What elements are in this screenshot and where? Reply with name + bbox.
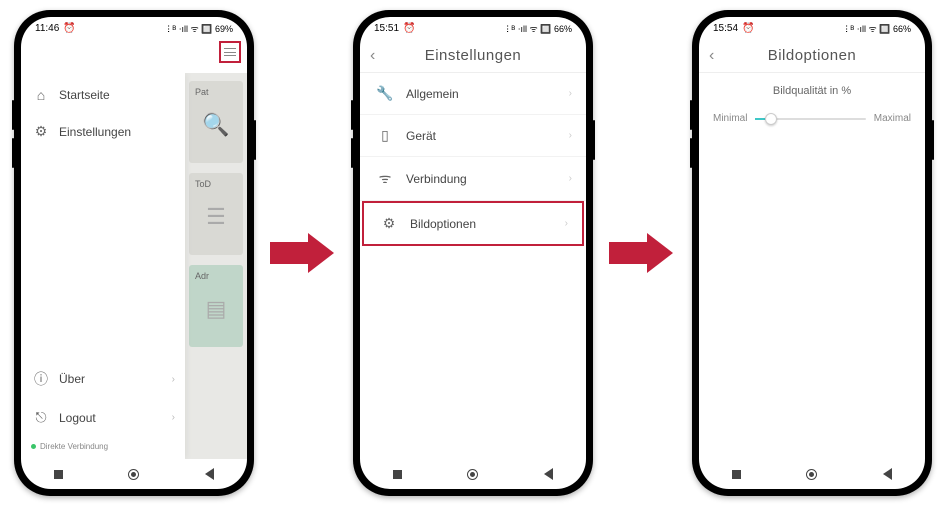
settings-item-general-icon: 🔧 [374, 85, 396, 102]
sidebar-item-settings[interactable]: ⚙ Einstellungen [21, 113, 185, 150]
flow-arrow-2 [609, 233, 677, 273]
hamburger-icon[interactable] [224, 48, 236, 56]
hamburger-highlight [219, 41, 241, 63]
android-navbar [699, 459, 925, 489]
chevron-right-icon: › [172, 374, 175, 385]
settings-item-connection[interactable]: ᯤ Verbindung › [360, 157, 586, 201]
android-navbar [21, 459, 247, 489]
recents-button[interactable] [732, 470, 741, 479]
volume-down[interactable] [351, 138, 353, 168]
flow-arrow-1 [270, 233, 338, 273]
logout-icon: ⎋ [31, 409, 51, 426]
sidebar-item-label: Über [59, 372, 85, 386]
slider-thumb[interactable] [765, 113, 777, 125]
power-button[interactable] [932, 120, 934, 160]
power-button[interactable] [254, 120, 256, 160]
settings-list: 🔧 Allgemein › ▯ Gerät › ᯤ Verbindung › ⚙ Bildoptio… [360, 73, 586, 246]
connection-label: Direkte Verbindung [40, 442, 108, 451]
slider-min-label: Minimal [713, 113, 747, 124]
chevron-right-icon: › [565, 218, 568, 229]
status-time: 15:54 [713, 23, 738, 34]
status-bar: 15:54 ⏰ ⵗ ᴮ ⋅ıll ᯤ 🔲 66% [699, 17, 925, 39]
card-todo[interactable]: ToD ☰ [189, 173, 243, 255]
home-button[interactable] [128, 469, 139, 480]
status-time: 15:51 [374, 23, 399, 34]
power-button[interactable] [593, 120, 595, 160]
status-time: 11:46 [35, 23, 59, 34]
alarm-icon: ⏰ [742, 23, 754, 34]
home-button[interactable] [467, 469, 478, 480]
phone-1: 11:46 ⏰ ⵗ ᴮ ⋅ıll ᯤ 🔲 69% Pat 🔍 ToD ☰ [14, 10, 254, 496]
settings-item-image-options-icon: ⚙ [378, 215, 400, 232]
android-navbar [360, 459, 586, 489]
status-bar: 15:51 ⏰ ⵗ ᴮ ⋅ıll ᯤ 🔲 66% [360, 17, 586, 39]
back-button[interactable] [883, 468, 892, 480]
chevron-right-icon: › [172, 412, 175, 423]
status-indicators: ⵗ ᴮ ⋅ıll ᯤ 🔲 69% [167, 22, 233, 35]
book-icon: ▤ [206, 296, 227, 322]
search-person-icon: 🔍 [202, 112, 229, 138]
settings-item-label: Verbindung [406, 172, 467, 186]
app-bar [21, 39, 247, 73]
volume-up[interactable] [351, 100, 353, 130]
gear-icon: ⚙ [31, 123, 51, 140]
connection-status: Direkte Verbindung [21, 436, 185, 459]
slider-max-label: Maximal [874, 113, 911, 124]
card-address[interactable]: Adr ▤ [189, 265, 243, 347]
card-label: Adr [195, 271, 209, 281]
app-bar: ‹ Einstellungen [360, 39, 586, 73]
settings-item-label: Allgemein [406, 87, 459, 101]
navigation-drawer: ⌂ Startseite ⚙ Einstellungen ⓘ Über › ⎋ … [21, 73, 185, 459]
status-indicators: ⵗ ᴮ ⋅ıll ᯤ 🔲 66% [506, 22, 572, 35]
card-label: Pat [195, 87, 209, 97]
settings-item-image-options[interactable]: ⚙ Bildoptionen › [362, 201, 584, 246]
sidebar-item-home[interactable]: ⌂ Startseite [21, 77, 185, 113]
phone-3: 15:54 ⏰ ⵗ ᴮ ⋅ıll ᯤ 🔲 66% ‹ Bildoptionen … [692, 10, 932, 496]
settings-item-device[interactable]: ▯ Gerät › [360, 115, 586, 157]
alarm-icon: ⏰ [403, 23, 415, 34]
volume-down[interactable] [690, 138, 692, 168]
status-dot-icon [31, 444, 36, 449]
sidebar-item-about[interactable]: ⓘ Über › [21, 359, 185, 399]
list-icon: ☰ [206, 204, 226, 230]
quality-heading: Bildqualität in % [699, 73, 925, 113]
card-pat[interactable]: Pat 🔍 [189, 81, 243, 163]
status-bar: 11:46 ⏰ ⵗ ᴮ ⋅ıll ᯤ 🔲 69% [21, 17, 247, 39]
settings-item-connection-icon: ᯤ [374, 169, 396, 188]
chevron-right-icon: › [569, 88, 572, 99]
settings-item-label: Gerät [406, 129, 436, 143]
phone-2: 15:51 ⏰ ⵗ ᴮ ⋅ıll ᯤ 🔲 66% ‹ Einstellungen… [353, 10, 593, 496]
volume-up[interactable] [12, 100, 14, 130]
quality-slider[interactable] [755, 118, 865, 120]
volume-down[interactable] [12, 138, 14, 168]
sidebar-item-label: Logout [59, 411, 96, 425]
back-button[interactable] [205, 468, 214, 480]
back-icon[interactable]: ‹ [709, 47, 714, 65]
chevron-right-icon: › [569, 130, 572, 141]
settings-item-label: Bildoptionen [410, 217, 476, 231]
card-label: ToD [195, 179, 211, 189]
quality-slider-row: Minimal Maximal [699, 113, 925, 124]
page-title: Einstellungen [425, 47, 522, 64]
content-dimmed: Pat 🔍 ToD ☰ Adr ▤ [185, 73, 247, 459]
back-button[interactable] [544, 468, 553, 480]
back-icon[interactable]: ‹ [370, 47, 375, 65]
app-bar: ‹ Bildoptionen [699, 39, 925, 73]
settings-item-general[interactable]: 🔧 Allgemein › [360, 73, 586, 115]
recents-button[interactable] [54, 470, 63, 479]
page-title: Bildoptionen [768, 47, 857, 64]
info-icon: ⓘ [31, 369, 51, 389]
sidebar-item-logout[interactable]: ⎋ Logout › [21, 399, 185, 436]
sidebar-item-label: Startseite [59, 88, 110, 102]
recents-button[interactable] [393, 470, 402, 479]
alarm-icon: ⏰ [63, 23, 75, 34]
settings-item-device-icon: ▯ [374, 127, 396, 144]
sidebar-item-label: Einstellungen [59, 125, 131, 139]
home-icon: ⌂ [31, 87, 51, 103]
status-indicators: ⵗ ᴮ ⋅ıll ᯤ 🔲 66% [845, 22, 911, 35]
volume-up[interactable] [690, 100, 692, 130]
home-button[interactable] [806, 469, 817, 480]
chevron-right-icon: › [569, 173, 572, 184]
